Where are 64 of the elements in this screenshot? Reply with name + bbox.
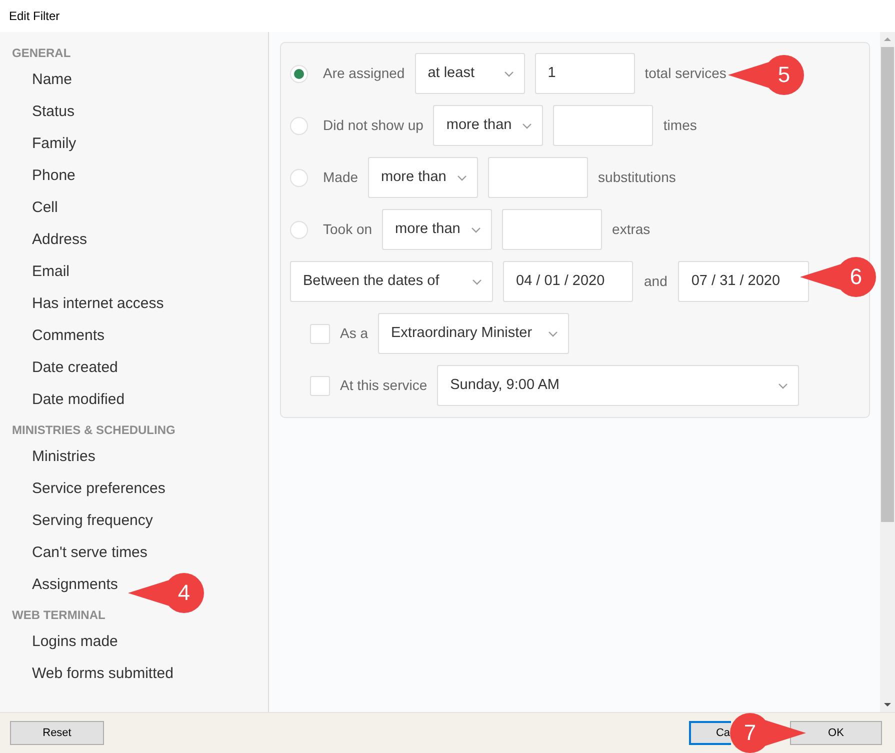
caret-icon — [548, 330, 558, 336]
option-label: Took on — [323, 220, 372, 239]
sidebar-item[interactable]: Ministries — [32, 441, 96, 473]
sidebar-item[interactable]: Web forms submitted — [32, 658, 174, 690]
option-label: Made — [323, 168, 358, 187]
dropdown[interactable]: more than — [382, 209, 492, 250]
dropdown[interactable]: Extraordinary Minister — [378, 313, 570, 354]
section-heading: GENERAL — [11, 45, 72, 62]
dropdown[interactable]: more than — [368, 157, 478, 198]
reset-button[interactable]: Reset — [10, 721, 104, 745]
caret-icon — [504, 70, 514, 76]
sidebar-item[interactable]: Has internet access — [32, 288, 164, 320]
sidebar-item[interactable]: Family — [32, 128, 76, 160]
sidebar-item[interactable]: Cell — [32, 192, 58, 224]
unit-label: extras — [612, 220, 650, 239]
caret-icon — [472, 278, 482, 284]
dropdown[interactable]: Sunday, 9:00 AM — [437, 365, 800, 406]
scrollbar[interactable] — [880, 32, 895, 712]
radio-button[interactable] — [290, 64, 308, 82]
number-field[interactable] — [488, 157, 588, 198]
unit-label: total services — [644, 64, 726, 83]
radio-button[interactable] — [290, 220, 308, 238]
caret-icon — [457, 174, 468, 180]
radio-button[interactable] — [290, 116, 308, 134]
caret-icon — [522, 122, 532, 128]
number-field[interactable]: 1 — [534, 53, 635, 94]
sidebar-item[interactable]: Service preferences — [32, 473, 166, 505]
option-label: Are assigned — [323, 64, 405, 83]
number-field[interactable] — [502, 209, 602, 250]
dropdown[interactable]: at least — [414, 53, 525, 94]
checkbox[interactable] — [310, 376, 330, 396]
radio-button[interactable] — [290, 168, 308, 186]
dropdown[interactable]: more than — [433, 105, 544, 146]
option-label: As a — [340, 324, 368, 343]
sidebar-item[interactable]: Status — [32, 96, 75, 128]
sidebar-item[interactable]: Name — [32, 64, 72, 96]
unit-label: substitutions — [598, 168, 676, 187]
date-field[interactable]: 04 / 01 / 2020 — [503, 261, 633, 302]
option-label: Did not show up — [323, 116, 424, 135]
cancel-button[interactable]: Ca — [689, 721, 731, 745]
date-field[interactable]: 07 / 31 / 2020 — [678, 261, 810, 302]
sidebar-item[interactable]: Assignments — [32, 569, 118, 601]
sidebar-item[interactable]: Comments — [32, 320, 105, 352]
sidebar-item[interactable]: Address — [32, 224, 88, 256]
window-title: Edit Filter — [9, 8, 60, 25]
caret-icon — [471, 226, 482, 232]
number-field[interactable] — [553, 105, 654, 146]
sidebar-item[interactable]: Serving frequency — [32, 505, 153, 537]
option-label: At this service — [340, 376, 428, 395]
caret-icon — [778, 382, 788, 388]
sidebar-item[interactable]: Can't serve times — [32, 537, 148, 569]
section-heading: WEB TERMINAL — [11, 607, 106, 624]
scrollbar-thumb[interactable] — [881, 47, 894, 522]
dropdown[interactable]: Between the dates of — [290, 261, 493, 302]
sidebar-item[interactable]: Date created — [32, 352, 118, 384]
sidebar-item[interactable]: Phone — [32, 160, 76, 192]
sidebar-item[interactable]: Email — [32, 256, 70, 288]
sidebar-item[interactable]: Date modified — [32, 384, 125, 416]
section-heading: MINISTRIES & SCHEDULING — [11, 422, 176, 439]
and-label: and — [644, 272, 668, 291]
sidebar-item[interactable]: Logins made — [32, 626, 118, 658]
checkbox[interactable] — [310, 324, 330, 344]
unit-label: times — [663, 116, 697, 135]
ok-button[interactable]: OK — [790, 721, 882, 745]
